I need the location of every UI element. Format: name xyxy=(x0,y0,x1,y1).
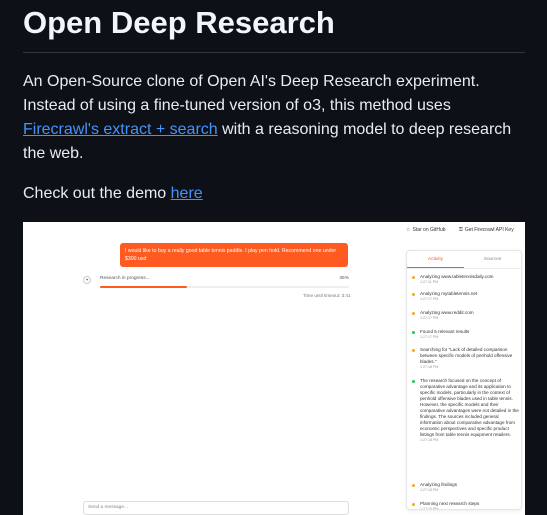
activity-item: Analyzing www.tabletennisdaily.com 1:27:1… xyxy=(412,274,520,285)
activity-time: 1:27:11 PM xyxy=(420,280,439,284)
readme-title: Open Deep Research xyxy=(23,0,525,53)
demo-text: Check out the demo xyxy=(23,185,171,202)
activity-item: Analyzing www.reddit.com 1:27:17 PM xyxy=(412,310,520,321)
activity-item: Planning next research steps 1:27:18 PM xyxy=(412,501,520,510)
progress-fill xyxy=(100,286,188,288)
star-icon: ☆ xyxy=(406,227,411,233)
activity-time: 1:27:18 PM xyxy=(420,438,439,442)
activity-item: The research focused on the concept of c… xyxy=(412,378,520,443)
status-dot-icon xyxy=(412,503,415,506)
tab-activity[interactable]: Activity xyxy=(407,251,464,268)
readme-description: An Open-Source clone of Open AI's Deep R… xyxy=(23,70,525,166)
demo-paragraph: Check out the demo here xyxy=(23,182,525,206)
timeout-label: Time until timeout: 3:41 xyxy=(303,293,351,298)
panel-tabs: Activity Sources xyxy=(407,251,521,269)
status-dot-icon xyxy=(412,484,415,487)
status-dot-icon xyxy=(412,293,415,296)
activity-time: 1:27:18 PM xyxy=(420,507,439,510)
desc-text-1: An Open-Source clone of Open AI's Deep R… xyxy=(23,73,480,114)
firecrawl-link[interactable]: Firecrawl's extract + search xyxy=(23,121,218,138)
activity-panel: Activity Sources Analyzing www.tabletenn… xyxy=(406,250,522,510)
activity-item: Analyzing mytabletennis.net 1:27:17 PM xyxy=(412,291,520,302)
demo-link[interactable]: here xyxy=(171,185,203,202)
key-icon: ⚿ xyxy=(459,227,463,233)
readme-section: Open Deep Research An Open-Source clone … xyxy=(23,0,525,206)
status-dot-icon xyxy=(412,349,415,352)
activity-item: Searching for "Lack of detailed comparis… xyxy=(412,347,520,370)
api-key-label: Get Firecrawl API Key xyxy=(464,227,514,233)
activity-text: Searching for "Lack of detailed comparis… xyxy=(420,347,513,364)
tab-sources[interactable]: Sources xyxy=(464,251,521,268)
message-input[interactable]: Send a message... xyxy=(83,501,349,515)
star-label: Star on GitHub xyxy=(412,227,446,233)
activity-item: Analyzing findings 1:27:18 PM xyxy=(412,482,520,493)
activity-time: 1:27:17 PM xyxy=(420,335,439,339)
progress-label: Research in progress... xyxy=(100,276,150,281)
bot-icon: ✦ xyxy=(83,276,91,284)
star-github-button[interactable]: ☆ Star on GitHub xyxy=(406,225,446,235)
activity-time: 1:27:17 PM xyxy=(420,297,439,301)
activity-time: 1:27:17 PM xyxy=(420,316,439,320)
api-key-button[interactable]: ⚿ Get Firecrawl API Key xyxy=(459,225,514,235)
app-screenshot: ☆ Star on GitHub ⚿ Get Firecrawl API Key I… xyxy=(23,222,525,515)
activity-time: 1:27:18 PM xyxy=(420,365,439,369)
status-dot-icon xyxy=(412,276,415,279)
activity-time: 1:27:18 PM xyxy=(420,488,439,492)
activity-item: Found 5 relevant results 1:27:17 PM xyxy=(412,329,520,340)
activity-text: The research focused on the concept of c… xyxy=(420,378,519,437)
status-dot-icon xyxy=(412,312,415,315)
user-message-bubble: I would like to buy a really good table … xyxy=(120,243,348,267)
status-dot-icon xyxy=(412,331,415,334)
progress-percent: 35% xyxy=(339,276,349,281)
progress-track xyxy=(100,286,349,288)
status-dot-icon xyxy=(412,380,415,383)
